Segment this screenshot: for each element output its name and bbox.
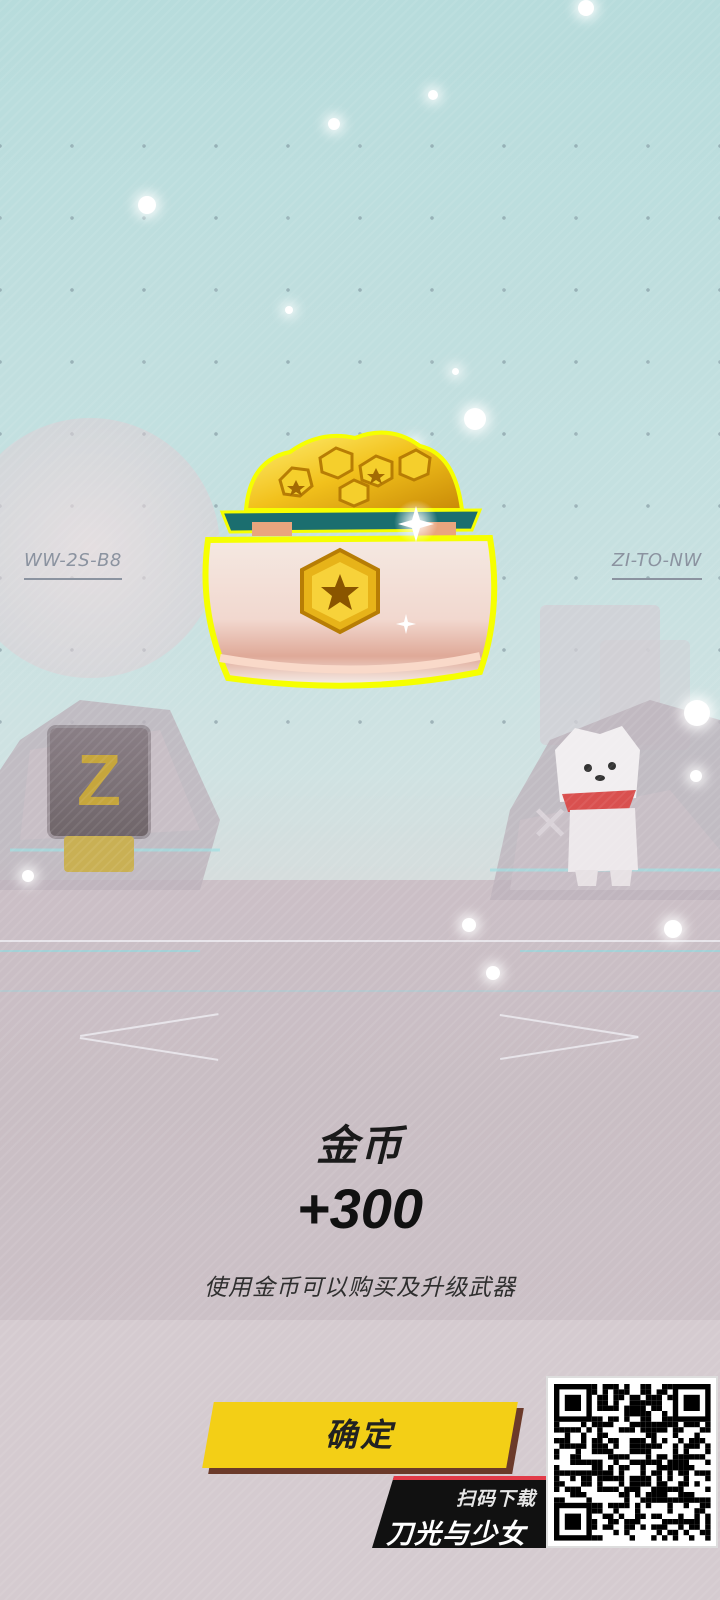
game-title-label: 刀光与少女 [386,1519,526,1550]
robot-character: Z [50,728,148,836]
snow-particle [486,966,500,980]
left-pad-label: WW-2S-B8 [24,550,122,580]
snow-particle [684,700,710,726]
floor-line [520,950,720,952]
confirm-button[interactable]: 确定 [202,1402,518,1468]
right-pad-label: ZI-TO-NW [612,550,702,580]
bear-character [555,726,640,886]
robot-body [64,836,134,872]
qr-code-icon[interactable] [548,1378,716,1546]
reward-description: 使用金币可以购买及升级武器 [204,1275,516,1301]
reward-amount: +300 [296,1177,424,1240]
gold-coin-pot-icon [202,430,498,689]
snow-particle [285,306,293,314]
confirm-button-label: 确定 [324,1417,395,1453]
floor-line [0,990,720,992]
snow-particle [428,90,438,100]
snow-particle [462,918,476,932]
snow-particle [138,196,156,214]
qr-code-pattern [554,1384,711,1541]
arena-floor [0,880,720,1320]
reward-name: 金币 [315,1122,404,1169]
scan-to-download-label: 扫码下载 [456,1488,537,1510]
snow-particle [22,870,34,882]
robot-badge-letter: Z [77,741,121,821]
floor-line [0,950,200,952]
snow-particle [452,368,459,375]
floor-line [0,940,720,942]
snow-particle [578,0,594,16]
snow-particle [328,118,340,130]
snow-particle [690,770,702,782]
snow-particle [664,920,682,938]
game-scene-background: Z ✕ [0,0,720,1600]
